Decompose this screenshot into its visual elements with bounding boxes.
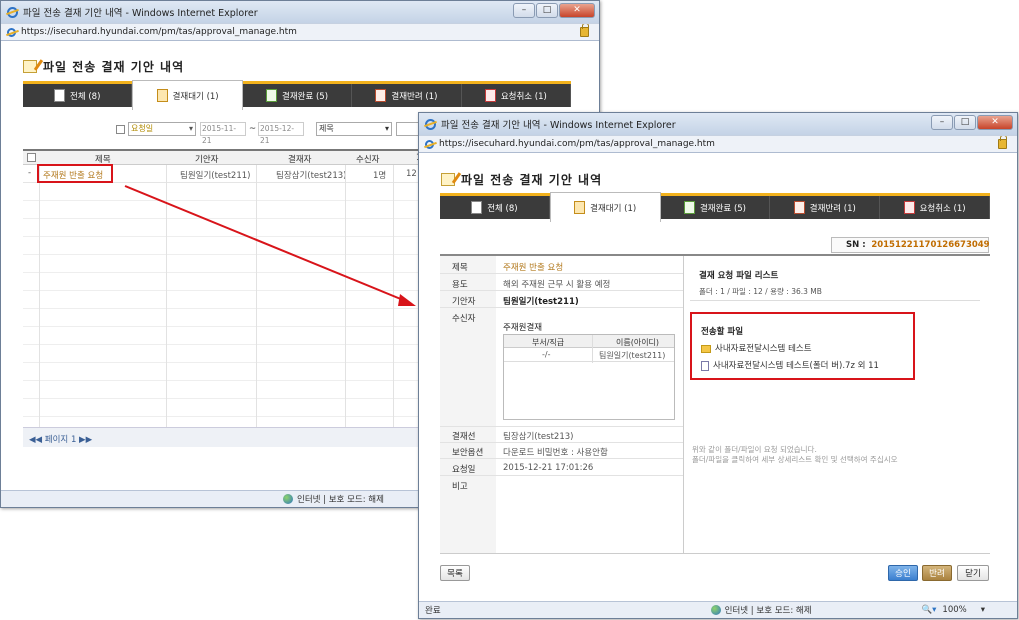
front-address-bar[interactable]: https://isecuhard.hyundai.com/pm/tas/app… (419, 135, 1017, 153)
recipient-name: 팀원일기(test211) (599, 351, 666, 360)
zone-globe-icon (710, 605, 721, 615)
title-value: 주재원 반출 요청 (503, 263, 564, 273)
front-title-bar[interactable]: 파일 전송 결재 기안 내역 - Windows Internet Explor… (419, 113, 1017, 135)
front-status-bar: 완료 인터넷 | 보호 모드: 해제 🔍▾ 100% ▾ (419, 601, 1017, 618)
file-note-2: 폴더/파일을 클릭하여 세부 상세리스트 확인 및 선택하여 주십시오 (692, 455, 898, 464)
front-window-title: 파일 전송 결재 기안 내역 - Windows Internet Explor… (441, 120, 676, 131)
reject-icon (793, 201, 805, 214)
file-list-heading: 결재 요청 파일 리스트 (699, 271, 779, 281)
zoom-level[interactable]: 100% (942, 605, 966, 615)
recipient-table: 부서/직급 이름(아이디) -/- 팀원일기(test211) (503, 334, 675, 420)
edit-icon (441, 173, 455, 186)
front-url: https://isecuhard.hyundai.com/pm/tas/app… (439, 139, 715, 149)
tab-approved[interactable]: 결재완료 (5) (661, 196, 771, 219)
serial-number-badge: SN : 20151221170126673049 (831, 237, 990, 253)
reject-button[interactable]: 반려 (922, 565, 952, 581)
tab-all[interactable]: 전체 (8) (440, 196, 550, 219)
request-date-value: 2015-12-21 17:01:26 (503, 463, 594, 473)
file-list-summary: 폴더 : 1 / 파일 : 12 / 용량 : 36.3 MB (699, 287, 822, 296)
close-window-button[interactable]: ✕ (977, 115, 1013, 130)
approver-value: 팀장삼기(test213) (503, 432, 574, 442)
recipient-label: 수신자 (452, 314, 476, 324)
status-done-text: 완료 (425, 606, 441, 616)
check-icon (683, 201, 695, 214)
drafter-value: 팀원일기(test211) (503, 297, 579, 307)
maximize-button[interactable]: □ (954, 115, 976, 130)
close-button[interactable]: 닫기 (957, 565, 989, 581)
recipient-col-name: 이름(아이디) (616, 338, 660, 347)
drafter-label: 기안자 (452, 297, 476, 307)
tab-rejected[interactable]: 결재반려 (1) (770, 196, 881, 219)
front-browser-window: 파일 전송 결재 기안 내역 - Windows Internet Explor… (418, 112, 1018, 619)
clock-icon (574, 201, 586, 214)
document-icon (471, 201, 483, 214)
recipient-group-label: 주재원결재 (503, 323, 543, 333)
list-button[interactable]: 목록 (440, 565, 470, 581)
tab-pending[interactable]: 결재대기 (1) (549, 192, 661, 222)
purpose-value: 해외 주재원 근무 시 활용 예정 (503, 280, 611, 290)
front-tab-bar: 전체 (8) 결재대기 (1) 결재완료 (5) 결재반려 (1) 요청취소 (… (440, 192, 990, 222)
page-icon (425, 139, 434, 149)
sn-value: 20151221170126673049 (871, 240, 990, 250)
tab-canceled[interactable]: 요청취소 (1) (880, 196, 990, 219)
security-option-label: 보안옵션 (452, 448, 484, 458)
title-label: 제목 (452, 263, 468, 273)
highlight-box-files (690, 312, 915, 380)
ie-logo-icon (425, 118, 436, 130)
chevron-down-icon[interactable]: ▾ (981, 605, 985, 615)
minimize-button[interactable]: – (931, 115, 953, 130)
recipient-dept: -/- (542, 350, 551, 359)
purpose-label: 용도 (452, 280, 468, 290)
approver-label: 결재선 (452, 432, 476, 442)
approve-button[interactable]: 승인 (888, 565, 918, 581)
recipient-col-dept: 부서/직급 (532, 338, 565, 347)
zoom-icon[interactable]: 🔍▾ (922, 605, 937, 615)
cancel-icon (903, 201, 915, 214)
lock-icon (998, 136, 1007, 149)
front-page-title: 파일 전송 결재 기안 내역 (441, 171, 602, 188)
sn-label: SN : (846, 240, 866, 250)
security-option-value: 다운로드 비밀번호 : 사용안함 (503, 448, 608, 458)
detail-panel: 제목 주재원 반출 요청 용도 해외 주재원 근무 시 활용 예정 기안자 팀원… (440, 254, 990, 554)
front-status-text: 인터넷 | 보호 모드: 해제 (724, 606, 812, 616)
recipient-row: -/- 팀원일기(test211) (504, 348, 674, 362)
request-date-label: 요청일 (452, 465, 476, 475)
note-label: 비고 (452, 482, 468, 492)
